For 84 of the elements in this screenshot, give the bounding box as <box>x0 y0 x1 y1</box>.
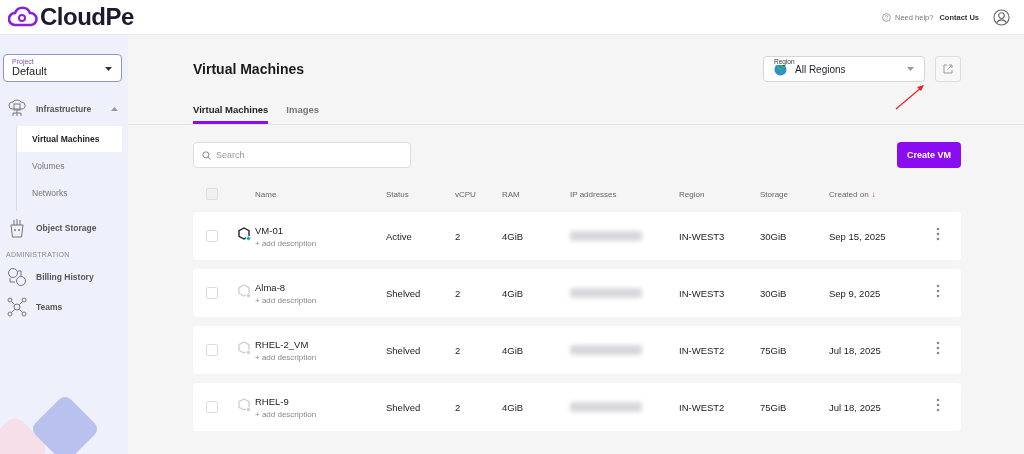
add-description-link[interactable]: + add description <box>255 295 386 305</box>
ram-cell-text: 4GiB <box>502 287 525 299</box>
storage-cell-text: 75GiB <box>760 401 788 413</box>
ram-cell-text: 4GiB <box>502 344 525 356</box>
region-cell-text: IN-WEST3 <box>679 230 726 242</box>
page-title: Virtual Machines <box>193 61 305 77</box>
nav-item[interactable]: Infrastructure <box>3 96 122 122</box>
vm-row-card[interactable]: VM-01 + add description Active 2 4GiB IN-WEST3 30GiB Sep 15, 2025 <box>193 212 961 260</box>
region-cell-text: IN-WEST3 <box>679 287 726 299</box>
column-header: RAM <box>502 189 520 199</box>
column-header: Status <box>386 189 409 199</box>
dropdown-caret-icon <box>105 67 112 71</box>
storage-cell-text: 30GiB <box>760 287 788 299</box>
created-date-cell-text: Sep 9, 2025 <box>829 287 882 299</box>
sort-arrow[interactable]: ↓ <box>871 189 876 199</box>
region-cell-text: IN-WEST2 <box>679 344 726 356</box>
status-cell-text: Shelved <box>386 401 422 413</box>
ram-cell-text: 4GiB <box>502 401 525 413</box>
vm-name[interactable]: VM-01 <box>255 224 386 236</box>
user-avatar-icon[interactable] <box>993 8 1010 26</box>
collapse-caret-icon[interactable] <box>111 107 118 111</box>
nav-item[interactable]: Teams <box>3 294 122 320</box>
row-checkbox[interactable] <box>206 287 218 299</box>
created-date-cell-text: Jul 18, 2025 <box>829 344 882 356</box>
vm-row-card[interactable]: Alma-8 + add description Shelved 2 4GiB IN-WEST3 30GiB Sep 9, 2025 <box>193 269 961 317</box>
vcpu-cell-text: 2 <box>455 230 462 242</box>
vm-name[interactable]: RHEL-9 <box>255 395 386 407</box>
help-icon <box>882 12 892 22</box>
search-field[interactable]: Search <box>193 142 411 168</box>
select-all-checkbox[interactable] <box>206 188 218 200</box>
create-vm-button[interactable]: Create VM <box>897 142 961 168</box>
server-cloud-icon <box>7 99 27 119</box>
column-header[interactable]: Created on <box>829 189 869 199</box>
dropdown-caret-icon <box>907 67 914 71</box>
created-date-cell-text: Jul 18, 2025 <box>829 401 882 413</box>
column-header: Name <box>255 189 277 199</box>
vm-name[interactable]: RHEL-2_VM <box>255 338 386 350</box>
nav-subitem[interactable]: Networks <box>17 180 122 206</box>
redacted-ip-block <box>570 231 642 241</box>
add-description-link[interactable]: + add description <box>255 409 386 419</box>
tab[interactable]: Images <box>286 104 320 124</box>
external-link-icon <box>943 64 953 74</box>
created-date-cell-text: Sep 15, 2025 <box>829 230 887 242</box>
more-options-icon[interactable] <box>936 341 940 355</box>
redacted-ip-block <box>570 402 642 412</box>
nav-item[interactable]: Object Storage <box>3 215 122 241</box>
storage-cell-text: 75GiB <box>760 344 788 356</box>
vcpu-cell-text: 2 <box>455 287 462 299</box>
more-options-icon[interactable] <box>936 227 940 241</box>
nav-subitem[interactable]: Virtual Machines <box>17 126 122 152</box>
redacted-ip-block <box>570 288 642 298</box>
region-cell-text: IN-WEST2 <box>679 401 726 413</box>
status-cell-text: Shelved <box>386 344 422 356</box>
vm-row-card[interactable]: RHEL-9 + add description Shelved 2 4GiB IN-WEST2 75GiB Jul 18, 2025 <box>193 383 961 431</box>
column-header: Region <box>679 189 705 199</box>
redacted-ip-block <box>570 345 642 355</box>
row-checkbox[interactable] <box>206 401 218 413</box>
column-header: vCPU <box>455 189 476 199</box>
add-description-link[interactable]: + add description <box>255 238 386 248</box>
vm-row-card[interactable]: RHEL-2_VM + add description Shelved 2 4GiB IN-WEST2 75GiB Jul 18, 2025 <box>193 326 961 374</box>
vm-name[interactable]: Alma-8 <box>255 281 386 293</box>
column-header: Storage <box>760 189 789 199</box>
vcpu-cell-text: 2 <box>455 344 462 356</box>
bucket-icon <box>7 217 27 239</box>
status-cell-text: Shelved <box>386 287 422 299</box>
open-external-button[interactable] <box>935 56 961 82</box>
ram-cell-text: 4GiB <box>502 230 525 242</box>
status-cell-text: Active <box>386 230 413 242</box>
column-header: IP addresses <box>570 189 617 199</box>
storage-cell-text: 30GiB <box>760 230 788 242</box>
tab[interactable]: Virtual Machines <box>193 104 269 124</box>
more-options-icon[interactable] <box>936 284 940 298</box>
row-checkbox[interactable] <box>206 344 218 356</box>
annotation-arrow <box>894 83 926 111</box>
add-description-link[interactable]: + add description <box>255 352 386 362</box>
logo-text: CloudPe <box>40 3 134 31</box>
billing-icon <box>7 267 27 287</box>
nav-item[interactable]: Billing History <box>3 264 122 290</box>
team-network-icon <box>7 297 27 317</box>
vcpu-cell-text: 2 <box>455 401 462 413</box>
nav-subitem[interactable]: Volumes <box>17 153 122 179</box>
row-checkbox[interactable] <box>206 230 218 242</box>
cloud-logo-icon <box>8 6 38 28</box>
more-options-icon[interactable] <box>936 398 940 412</box>
